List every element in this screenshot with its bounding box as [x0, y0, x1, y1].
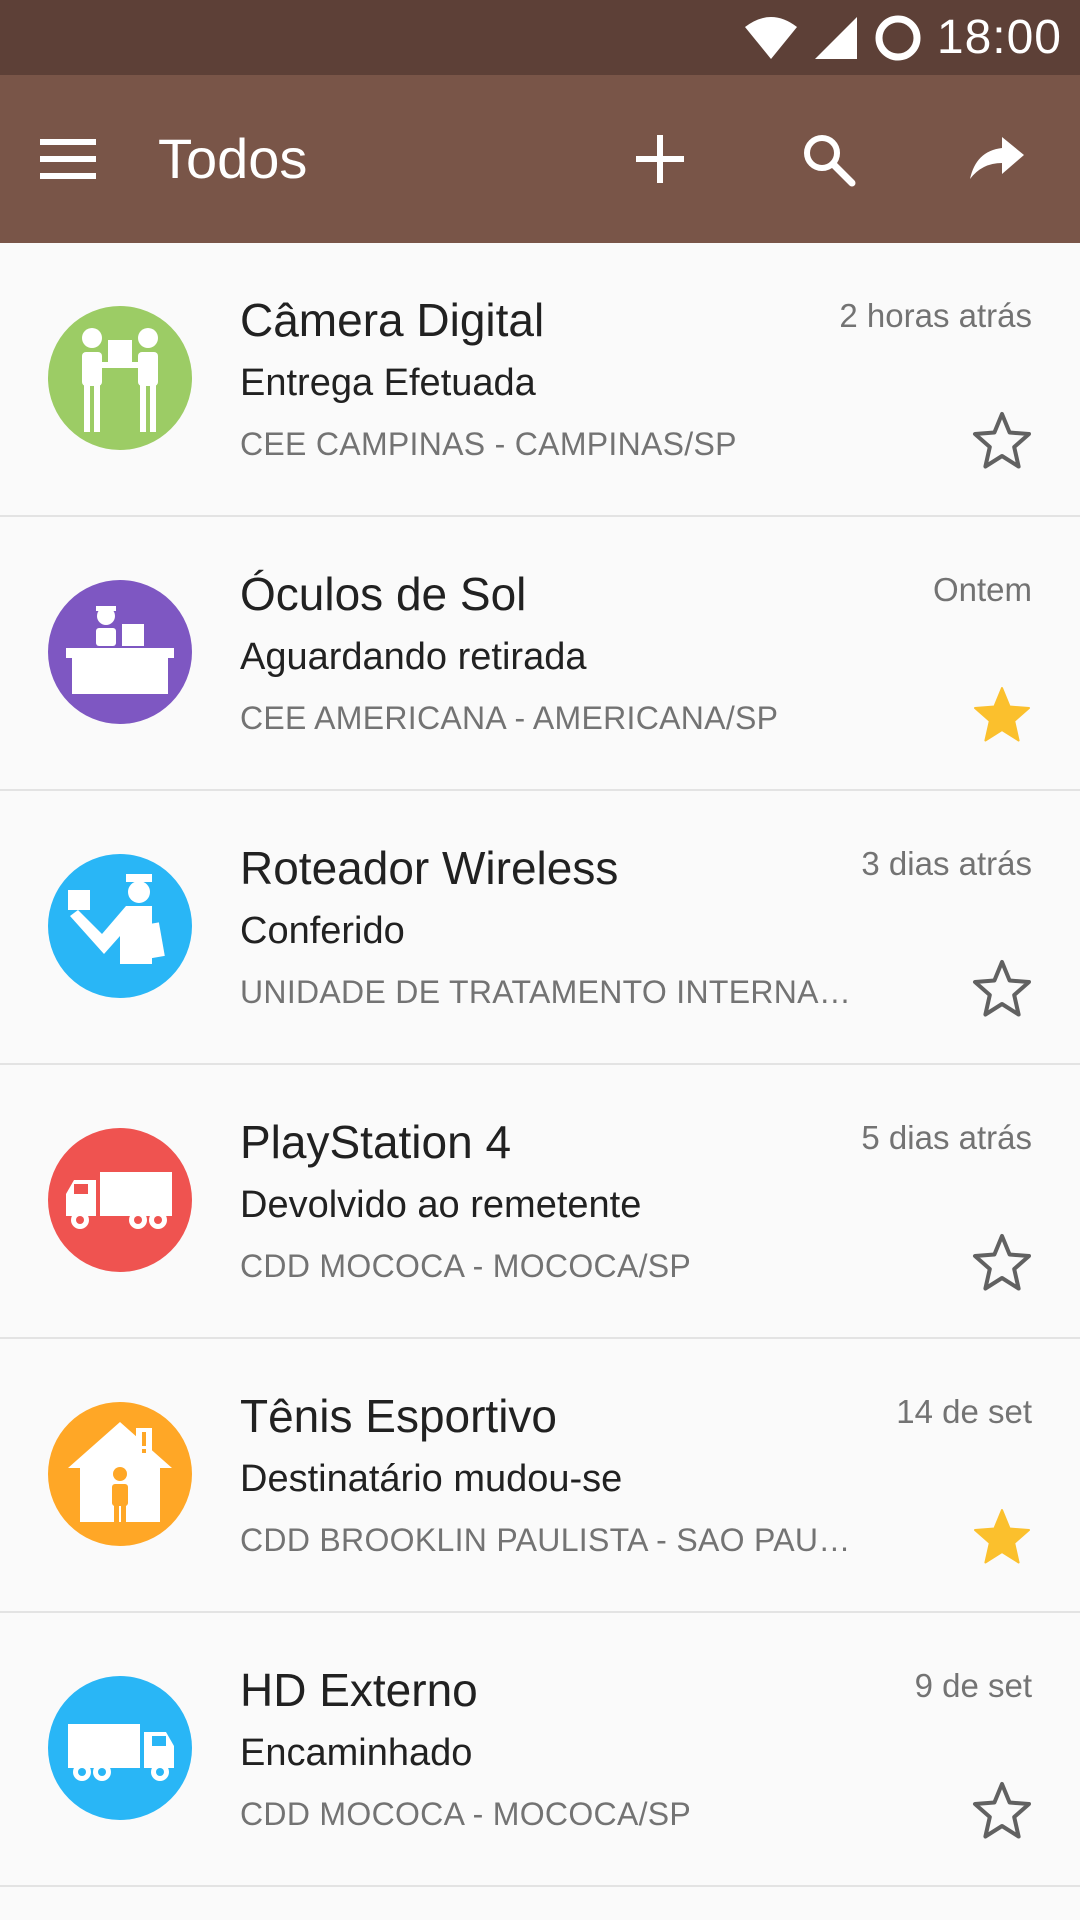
item-timestamp: 14 de set	[896, 1393, 1032, 1430]
item-avatar	[48, 1676, 192, 1820]
add-button[interactable]	[620, 119, 700, 199]
list-item[interactable]: Óculos de Sol Aguardando retirada CEE AM…	[0, 517, 1080, 791]
item-timestamp: 5 dias atrás	[861, 1119, 1032, 1156]
item-location: CEE CAMPINAS - CAMPINAS/SP	[240, 426, 737, 462]
item-location: CDD MOCOCA - MOCOCA/SP	[240, 1796, 692, 1832]
house-moved-icon	[68, 1422, 172, 1522]
list-item[interactable]: Tênis Esportivo Destinatário mudou-se CD…	[0, 1339, 1080, 1613]
search-button[interactable]	[788, 119, 868, 199]
item-title: Roteador Wireless	[240, 842, 619, 894]
signal-icon	[814, 16, 857, 59]
item-status: Devolvido ao remetente	[240, 1184, 642, 1226]
app-bar: Todos	[0, 75, 1080, 243]
sync-icon	[875, 15, 921, 60]
star-outline-icon[interactable]	[970, 957, 1034, 1021]
list-item[interactable]: HD Externo Encaminhado CDD MOCOCA - MOCO…	[0, 1613, 1080, 1887]
item-title: PlayStation 4	[240, 1116, 512, 1168]
item-status: Entrega Efetuada	[240, 362, 536, 404]
item-location: CEE AMERICANA - AMERICANA/SP	[240, 700, 779, 736]
item-title: Câmera Digital	[240, 294, 545, 346]
list-item[interactable]: Roteador Wireless Conferido UNIDADE DE T…	[0, 791, 1080, 1065]
list-item[interactable]: Câmera Digital Entrega Efetuada CEE CAMP…	[0, 243, 1080, 517]
menu-icon	[40, 139, 96, 179]
share-button[interactable]	[956, 119, 1036, 199]
search-icon	[804, 135, 856, 187]
item-location: UNIDADE DE TRATAMENTO INTERNACIONAL	[240, 974, 860, 1010]
item-title: HD Externo	[240, 1664, 478, 1716]
item-avatar	[48, 854, 192, 998]
list-item[interactable]: PlayStation 4 Devolvido ao remetente CDD…	[0, 1065, 1080, 1339]
item-avatar	[48, 580, 192, 724]
star-filled-icon[interactable]	[970, 1505, 1034, 1569]
item-timestamp: 2 horas atrás	[839, 297, 1032, 334]
inspector-icon	[68, 874, 165, 964]
wifi-icon	[744, 16, 797, 59]
share-icon	[970, 137, 1024, 179]
star-filled-icon[interactable]	[970, 683, 1034, 747]
item-status: Encaminhado	[240, 1732, 473, 1774]
menu-button[interactable]	[28, 119, 108, 199]
item-status: Conferido	[240, 910, 405, 952]
item-timestamp: Ontem	[932, 571, 1032, 608]
item-avatar	[48, 1128, 192, 1272]
star-outline-icon[interactable]	[970, 1779, 1034, 1843]
star-outline-icon[interactable]	[970, 409, 1034, 473]
pickup-counter-icon	[66, 606, 174, 694]
delivered-handover-icon	[82, 328, 158, 432]
item-title: Óculos de Sol	[240, 568, 527, 620]
item-timestamp: 3 dias atrás	[861, 845, 1032, 882]
item-status: Aguardando retirada	[240, 636, 587, 678]
add-icon	[636, 135, 684, 183]
item-avatar	[48, 1402, 192, 1546]
truck-return-icon	[66, 1172, 172, 1229]
item-avatar	[48, 306, 192, 450]
clock: 18:00	[936, 11, 1062, 64]
item-status: Destinatário mudou-se	[240, 1458, 623, 1500]
item-timestamp: 9 de set	[914, 1667, 1032, 1704]
item-location: CDD BROOKLIN PAULISTA - SAO PAULO/SP	[240, 1522, 860, 1558]
truck-forward-icon	[68, 1724, 174, 1781]
item-title: Tênis Esportivo	[240, 1390, 558, 1442]
star-outline-icon[interactable]	[970, 1231, 1034, 1295]
item-location: CDD MOCOCA - MOCOCA/SP	[240, 1248, 692, 1284]
page-title: Todos	[158, 127, 308, 190]
tracking-list: Câmera Digital Entrega Efetuada CEE CAMP…	[0, 243, 1080, 1887]
status-bar: 18:00	[0, 0, 1080, 75]
